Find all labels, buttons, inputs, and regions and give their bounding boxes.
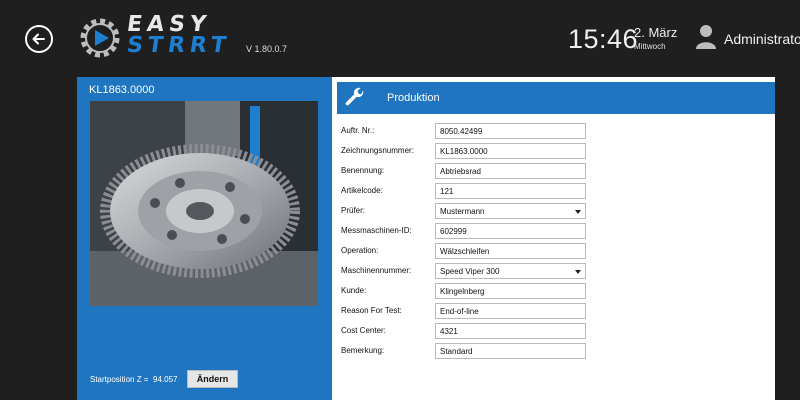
back-button[interactable] — [25, 25, 53, 53]
gear-play-logo-icon — [80, 18, 120, 58]
form-input[interactable]: 602999 — [435, 223, 586, 239]
form-field-value: Speed Viper 300 — [440, 267, 500, 276]
form-field-value: Wälzschleifen — [440, 247, 490, 256]
form-row: Messmaschinen-ID: 602999 — [341, 223, 766, 239]
form-label: Cost Center: — [341, 326, 386, 335]
form-row: Zeichnungsnummer: KL1863.0000 — [341, 143, 766, 159]
user-name[interactable]: Administrator — [724, 31, 800, 47]
section-title: Produktion — [387, 92, 440, 104]
form-label: Reason For Test: — [341, 306, 402, 315]
version-label: V 1.80.0.7 — [246, 44, 288, 54]
form-field-value: 602999 — [440, 227, 467, 236]
form-row: Kunde: Klingelnberg — [341, 283, 766, 299]
part-photo — [90, 101, 318, 306]
form-label: Maschinennummer: — [341, 266, 412, 275]
gear-image-icon — [90, 101, 318, 306]
wrench-icon — [345, 87, 364, 106]
scrollbar-track[interactable] — [775, 77, 800, 400]
form-label: Operation: — [341, 246, 379, 255]
logo-line2: STRRT — [125, 33, 233, 58]
form-row: Reason For Test: End-of-line — [341, 303, 766, 319]
app-header: EASY STRRT V 1.80.0.7 15:46 2. März Mitt… — [0, 0, 800, 78]
form-row: Benennung: Abtriebsrad — [341, 163, 766, 179]
form-label: Prüfer: — [341, 206, 366, 215]
change-button[interactable]: Ändern — [187, 370, 238, 388]
part-number: KL1863.0000 — [89, 84, 155, 96]
production-form-panel: Produktion Auftr. Nr.: 8050.42499 Zeichnun… — [332, 77, 775, 400]
section-banner: Produktion — [337, 82, 775, 114]
chevron-down-icon — [575, 210, 581, 214]
part-info-panel: KL1863.0000 Startposition Z = 94.057 Änd… — [77, 77, 332, 400]
form-label: Messmaschinen-ID: — [341, 226, 412, 235]
chevron-down-icon — [575, 270, 581, 274]
form-field-value: 8050.42499 — [440, 127, 483, 136]
form-row: Prüfer: Mustermann — [341, 203, 766, 219]
form-input[interactable]: 4321 — [435, 323, 586, 339]
form-field-value: End-of-line — [440, 307, 479, 316]
form-label: Artikelcode: — [341, 186, 383, 195]
form-field-value: 4321 — [440, 327, 458, 336]
form-row: Bemerkung: Standard — [341, 343, 766, 359]
startpos-value: 94.057 — [153, 375, 178, 384]
form-row: Cost Center: 4321 — [341, 323, 766, 339]
form-label: Kunde: — [341, 286, 367, 295]
form-input[interactable]: 121 — [435, 183, 586, 199]
form-input[interactable]: Abtriebsrad — [435, 163, 586, 179]
form-input[interactable]: Standard — [435, 343, 586, 359]
startpos-label: Startposition Z = — [90, 375, 149, 384]
user-icon[interactable] — [695, 24, 717, 50]
logo-line1: EASY — [125, 12, 213, 37]
form-input[interactable]: End-of-line — [435, 303, 586, 319]
form-field-value: Klingelnberg — [440, 287, 485, 296]
form-row: Auftr. Nr.: 8050.42499 — [341, 123, 766, 139]
arrow-left-icon — [32, 33, 45, 45]
form-label: Benennung: — [341, 166, 385, 175]
form-dropdown[interactable]: Mustermann — [435, 203, 586, 219]
form-row: Maschinennummer: Speed Viper 300 — [341, 263, 766, 279]
form-input[interactable]: Klingelnberg — [435, 283, 586, 299]
form-field-value: Mustermann — [440, 207, 485, 216]
form-input[interactable]: Wälzschleifen — [435, 243, 586, 259]
clock-time: 15:46 — [568, 24, 639, 54]
app-logo-text: EASY STRRT — [125, 12, 233, 58]
clock-date: 2. März — [634, 25, 678, 40]
form-row: Operation: Wälzschleifen — [341, 243, 766, 259]
form-label: Bemerkung: — [341, 346, 385, 355]
form-label: Auftr. Nr.: — [341, 126, 375, 135]
form-input[interactable]: 8050.42499 — [435, 123, 586, 139]
form-row: Artikelcode: 121 — [341, 183, 766, 199]
form-field-value: 121 — [440, 187, 454, 196]
form-field-value: KL1863.0000 — [440, 147, 488, 156]
form-field-value: Standard — [440, 347, 473, 356]
clock-weekday: Mittwoch — [634, 42, 666, 51]
form-input[interactable]: KL1863.0000 — [435, 143, 586, 159]
form-field-value: Abtriebsrad — [440, 167, 481, 176]
form-label: Zeichnungsnummer: — [341, 146, 414, 155]
form-dropdown[interactable]: Speed Viper 300 — [435, 263, 586, 279]
